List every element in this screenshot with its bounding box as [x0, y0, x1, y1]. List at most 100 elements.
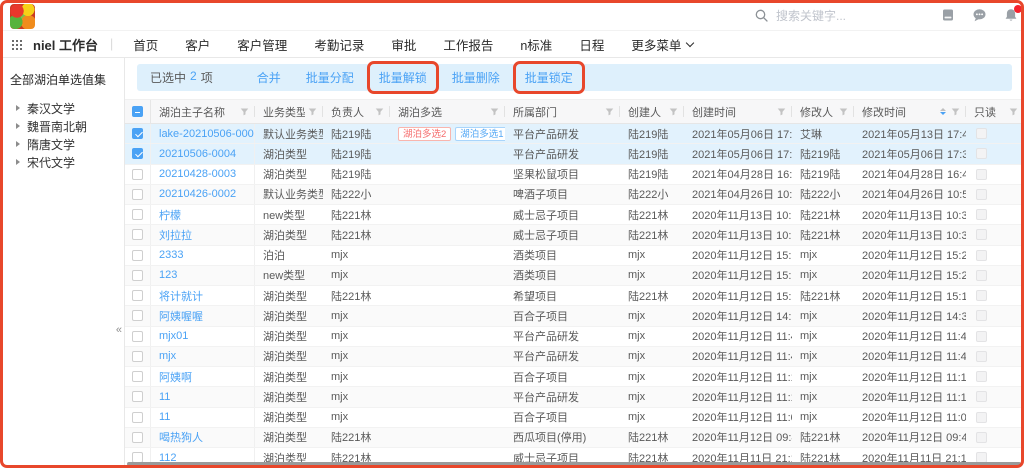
- row-checkbox[interactable]: [132, 290, 143, 301]
- row-checkbox[interactable]: [132, 250, 143, 261]
- nav-item-7[interactable]: 日程: [579, 35, 604, 54]
- sidebar-item-3[interactable]: 宋代文学: [16, 153, 120, 171]
- table-row[interactable]: 123new类型mjx酒类项目mjx2020年11月12日 15:25mjx20…: [125, 266, 1024, 286]
- row-checkbox[interactable]: [132, 128, 143, 139]
- row-checkbox[interactable]: [132, 432, 143, 443]
- horizontal-scrollbar[interactable]: [127, 462, 1021, 466]
- row-checkbox[interactable]: [132, 229, 143, 240]
- cell-lake-name[interactable]: 123: [151, 266, 255, 285]
- toolbar-action-2[interactable]: 批量解锁: [379, 69, 427, 86]
- cell-lake-name[interactable]: 11: [151, 387, 255, 406]
- sidebar-item-1[interactable]: 魏晋南北朝: [16, 117, 120, 135]
- filter-icon[interactable]: [1009, 107, 1018, 116]
- cell-lake-name[interactable]: 20210506-0004: [151, 144, 255, 163]
- nav-item-3[interactable]: 考勤记录: [314, 35, 364, 54]
- sidebar-item-2[interactable]: 隋唐文学: [16, 135, 120, 153]
- table-row[interactable]: 20210506-0004湖泊类型陆219陆平台产品研发陆219陆2021年05…: [125, 144, 1024, 164]
- table-body: lake-20210506-0005默认业务类型陆219陆湖泊多选2湖泊多选1平…: [125, 124, 1024, 467]
- book-icon[interactable]: [941, 8, 955, 22]
- row-checkbox[interactable]: [132, 189, 143, 200]
- cell-modifier: 陆221林: [792, 225, 854, 244]
- row-checkbox[interactable]: [132, 169, 143, 180]
- filter-icon[interactable]: [308, 107, 317, 116]
- filter-icon[interactable]: [669, 107, 678, 116]
- table-row[interactable]: 阿姨喔喔湖泊类型mjx百合子项目mjx2020年11月12日 14:38mjx2…: [125, 306, 1024, 326]
- nav-item-0[interactable]: 首页: [133, 35, 158, 54]
- filter-icon[interactable]: [375, 107, 384, 116]
- cell-lake-name[interactable]: 11: [151, 408, 255, 427]
- bell-icon[interactable]: [1004, 8, 1018, 23]
- row-checkbox[interactable]: [132, 148, 143, 159]
- filter-icon[interactable]: [490, 107, 499, 116]
- cell-lake-name[interactable]: 柠檬: [151, 205, 255, 224]
- table-row[interactable]: lake-20210506-0005默认业务类型陆219陆湖泊多选2湖泊多选1平…: [125, 124, 1024, 144]
- row-checkbox[interactable]: [132, 371, 143, 382]
- chat-icon[interactable]: [972, 8, 987, 22]
- filter-icon[interactable]: [951, 107, 960, 116]
- column-label: 修改人: [800, 104, 836, 120]
- cell-created-time: 2021年04月26日 10:51: [684, 185, 792, 204]
- cell-lake-name[interactable]: 刘拉拉: [151, 225, 255, 244]
- records-table: 湖泊主子名称业务类型负责人湖泊多选所属部门创建人创建时间修改人修改时间只读 la…: [125, 99, 1024, 467]
- filter-icon[interactable]: [839, 107, 848, 116]
- table-row[interactable]: 柠檬new类型陆221林威士忌子项目陆221林2020年11月13日 10:31…: [125, 205, 1024, 225]
- toolbar-action-4[interactable]: 批量锁定: [525, 69, 573, 86]
- table-row[interactable]: 刘拉拉湖泊类型陆221林威士忌子项目陆221林2020年11月13日 10:30…: [125, 225, 1024, 245]
- table-row[interactable]: 将计就计湖泊类型陆221林希望项目陆221林2020年11月12日 15:15陆…: [125, 286, 1024, 306]
- apps-grid-icon[interactable]: [12, 40, 22, 50]
- table-row[interactable]: 阿姨啊湖泊类型mjx百合子项目mjx2020年11月12日 11:16mjx20…: [125, 367, 1024, 387]
- filter-icon[interactable]: [605, 107, 614, 116]
- table-row[interactable]: 11湖泊类型mjx百合子项目mjx2020年11月12日 11:04mjx202…: [125, 408, 1024, 428]
- row-checkbox[interactable]: [132, 391, 143, 402]
- toolbar-action-0[interactable]: 合并: [257, 69, 281, 86]
- select-all-checkbox[interactable]: [132, 106, 143, 117]
- cell-lake-name[interactable]: 将计就计: [151, 286, 255, 305]
- nav-item-4[interactable]: 审批: [391, 35, 416, 54]
- app-logo[interactable]: [10, 4, 35, 29]
- table-row[interactable]: 2333泊泊mjx酒类项目mjx2020年11月12日 15:25mjx2020…: [125, 246, 1024, 266]
- row-checkbox[interactable]: [132, 270, 143, 281]
- nav-item-2[interactable]: 客户管理: [237, 35, 287, 54]
- nav-item-5[interactable]: 工作报告: [443, 35, 493, 54]
- table-row[interactable]: 20210428-0003湖泊类型陆219陆坚果松鼠项目陆219陆2021年04…: [125, 165, 1024, 185]
- filter-icon[interactable]: [777, 107, 786, 116]
- table-row[interactable]: 喝热狗人湖泊类型陆221林西瓜项目(停用)陆221林2020年11月12日 09…: [125, 428, 1024, 448]
- table-row[interactable]: 20210426-0002默认业务类型陆222小啤酒子项目陆222小2021年0…: [125, 185, 1024, 205]
- nav-more-menu[interactable]: 更多菜单: [631, 35, 693, 54]
- table-header-row: 湖泊主子名称业务类型负责人湖泊多选所属部门创建人创建时间修改人修改时间只读: [125, 99, 1024, 124]
- cell-department: 平台产品研发: [505, 124, 620, 143]
- sidebar-item-0[interactable]: 秦汉文学: [16, 99, 120, 117]
- filter-icon[interactable]: [240, 107, 249, 116]
- column-header-7: 修改人: [792, 100, 854, 123]
- workspace-title[interactable]: niel 工作台: [33, 35, 98, 54]
- table-row[interactable]: mjx01湖泊类型mjx平台产品研发mjx2020年11月12日 11:46mj…: [125, 327, 1024, 347]
- row-checkbox[interactable]: [132, 310, 143, 321]
- nav-item-6[interactable]: n标准: [520, 35, 552, 54]
- cell-lake-name[interactable]: 20210428-0003: [151, 165, 255, 184]
- cell-lake-name[interactable]: 阿姨喔喔: [151, 306, 255, 325]
- cell-owner: mjx: [323, 327, 390, 346]
- cell-lake-name[interactable]: 20210426-0002: [151, 185, 255, 204]
- toolbar-action-1[interactable]: 批量分配: [306, 69, 354, 86]
- cell-lake-name[interactable]: 喝热狗人: [151, 428, 255, 447]
- cell-modifier: 陆221林: [792, 205, 854, 224]
- row-checkbox[interactable]: [132, 331, 143, 342]
- cell-created-time: 2020年11月12日 11:11: [684, 387, 792, 406]
- cell-lake-name[interactable]: mjx01: [151, 327, 255, 346]
- table-row[interactable]: 11湖泊类型mjx平台产品研发mjx2020年11月12日 11:11mjx20…: [125, 387, 1024, 407]
- table-row[interactable]: mjx湖泊类型mjx平台产品研发mjx2020年11月12日 11:44mjx2…: [125, 347, 1024, 367]
- cell-modified-time: 2020年11月12日 11:44: [854, 347, 966, 366]
- row-checkbox[interactable]: [132, 209, 143, 220]
- sort-icon[interactable]: [940, 108, 946, 115]
- toolbar-action-3[interactable]: 批量删除: [452, 69, 500, 86]
- global-search-input[interactable]: 搜索关键字...: [755, 0, 846, 30]
- row-checkbox[interactable]: [132, 351, 143, 362]
- cell-lake-name[interactable]: mjx: [151, 347, 255, 366]
- column-header-6: 创建时间: [684, 100, 792, 123]
- cell-lake-name[interactable]: lake-20210506-0005: [151, 124, 255, 143]
- nav-item-1[interactable]: 客户: [185, 35, 210, 54]
- cell-lake-name[interactable]: 阿姨啊: [151, 367, 255, 386]
- cell-lake-name[interactable]: 2333: [151, 246, 255, 265]
- sidebar-collapse-handle[interactable]: «: [116, 324, 122, 336]
- row-checkbox[interactable]: [132, 412, 143, 423]
